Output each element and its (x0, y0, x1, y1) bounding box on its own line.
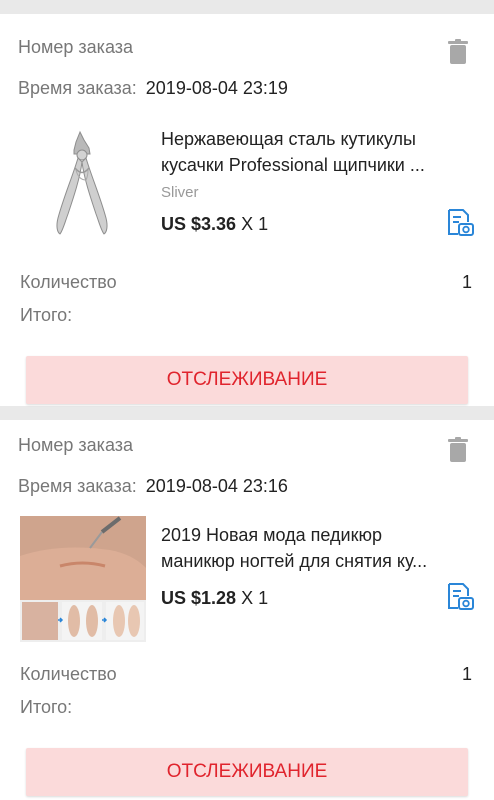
order-time-value: 2019-08-04 23:19 (145, 78, 288, 98)
total-label: Итого: (20, 305, 73, 325)
product-title-line: 2019 Новая мода педикюр (161, 525, 382, 545)
order-time-row: Время заказа: 2019-08-04 23:16 (18, 476, 288, 497)
price-row: US $3.36 X 1 (161, 214, 268, 235)
product-title[interactable]: Нержавеющая сталь кутикулы кусачки Profe… (161, 126, 473, 178)
quantity-multiplier: X 1 (241, 588, 269, 608)
product-title-line: Нержавеющая сталь кутикулы (161, 129, 416, 149)
order-card: Номер заказа Время заказа: 2019-08-04 23… (0, 420, 494, 800)
top-gap (0, 0, 494, 14)
review-photo-icon[interactable] (446, 208, 474, 238)
product-image[interactable] (20, 516, 146, 642)
product-variant: Sliver (161, 184, 199, 201)
price-row: US $1.28 X 1 (161, 588, 268, 609)
quantity-label: Количество (20, 664, 117, 684)
order-number-row: Номер заказа (18, 435, 133, 456)
order-time-label: Время заказа: (18, 78, 137, 98)
track-order-button[interactable]: ОТСЛЕЖИВАНИЕ (26, 748, 468, 796)
total-label: Итого: (20, 697, 73, 717)
order-time-value: 2019-08-04 23:16 (145, 476, 288, 496)
order-number-label: Номер заказа (18, 435, 134, 455)
order-card: Номер заказа Время заказа: 2019-08-04 23… (0, 14, 494, 406)
order-time-row: Время заказа: 2019-08-04 23:19 (18, 78, 288, 99)
product-image[interactable] (20, 118, 146, 244)
order-time-label: Время заказа: (18, 476, 137, 496)
product-title[interactable]: 2019 Новая мода педикюр маникюр ногтей д… (161, 522, 473, 574)
review-photo-icon[interactable] (446, 582, 474, 612)
delete-icon[interactable] (448, 437, 468, 463)
quantity-value: 1 (461, 272, 472, 292)
delete-icon[interactable] (448, 39, 468, 65)
card-separator (0, 406, 494, 420)
product-price: US $3.36 (161, 214, 237, 234)
quantity-value: 1 (461, 664, 472, 684)
quantity-label: Количество (20, 272, 117, 292)
product-title-line: маникюр ногтей для снятия ку... (161, 551, 428, 571)
product-title-line: кусачки Professional щипчики ... (161, 155, 425, 175)
quantity-multiplier: X 1 (241, 214, 269, 234)
order-number-row: Номер заказа (18, 37, 133, 58)
track-order-button[interactable]: ОТСЛЕЖИВАНИЕ (26, 356, 468, 404)
order-number-label: Номер заказа (18, 37, 134, 57)
product-price: US $1.28 (161, 588, 237, 608)
